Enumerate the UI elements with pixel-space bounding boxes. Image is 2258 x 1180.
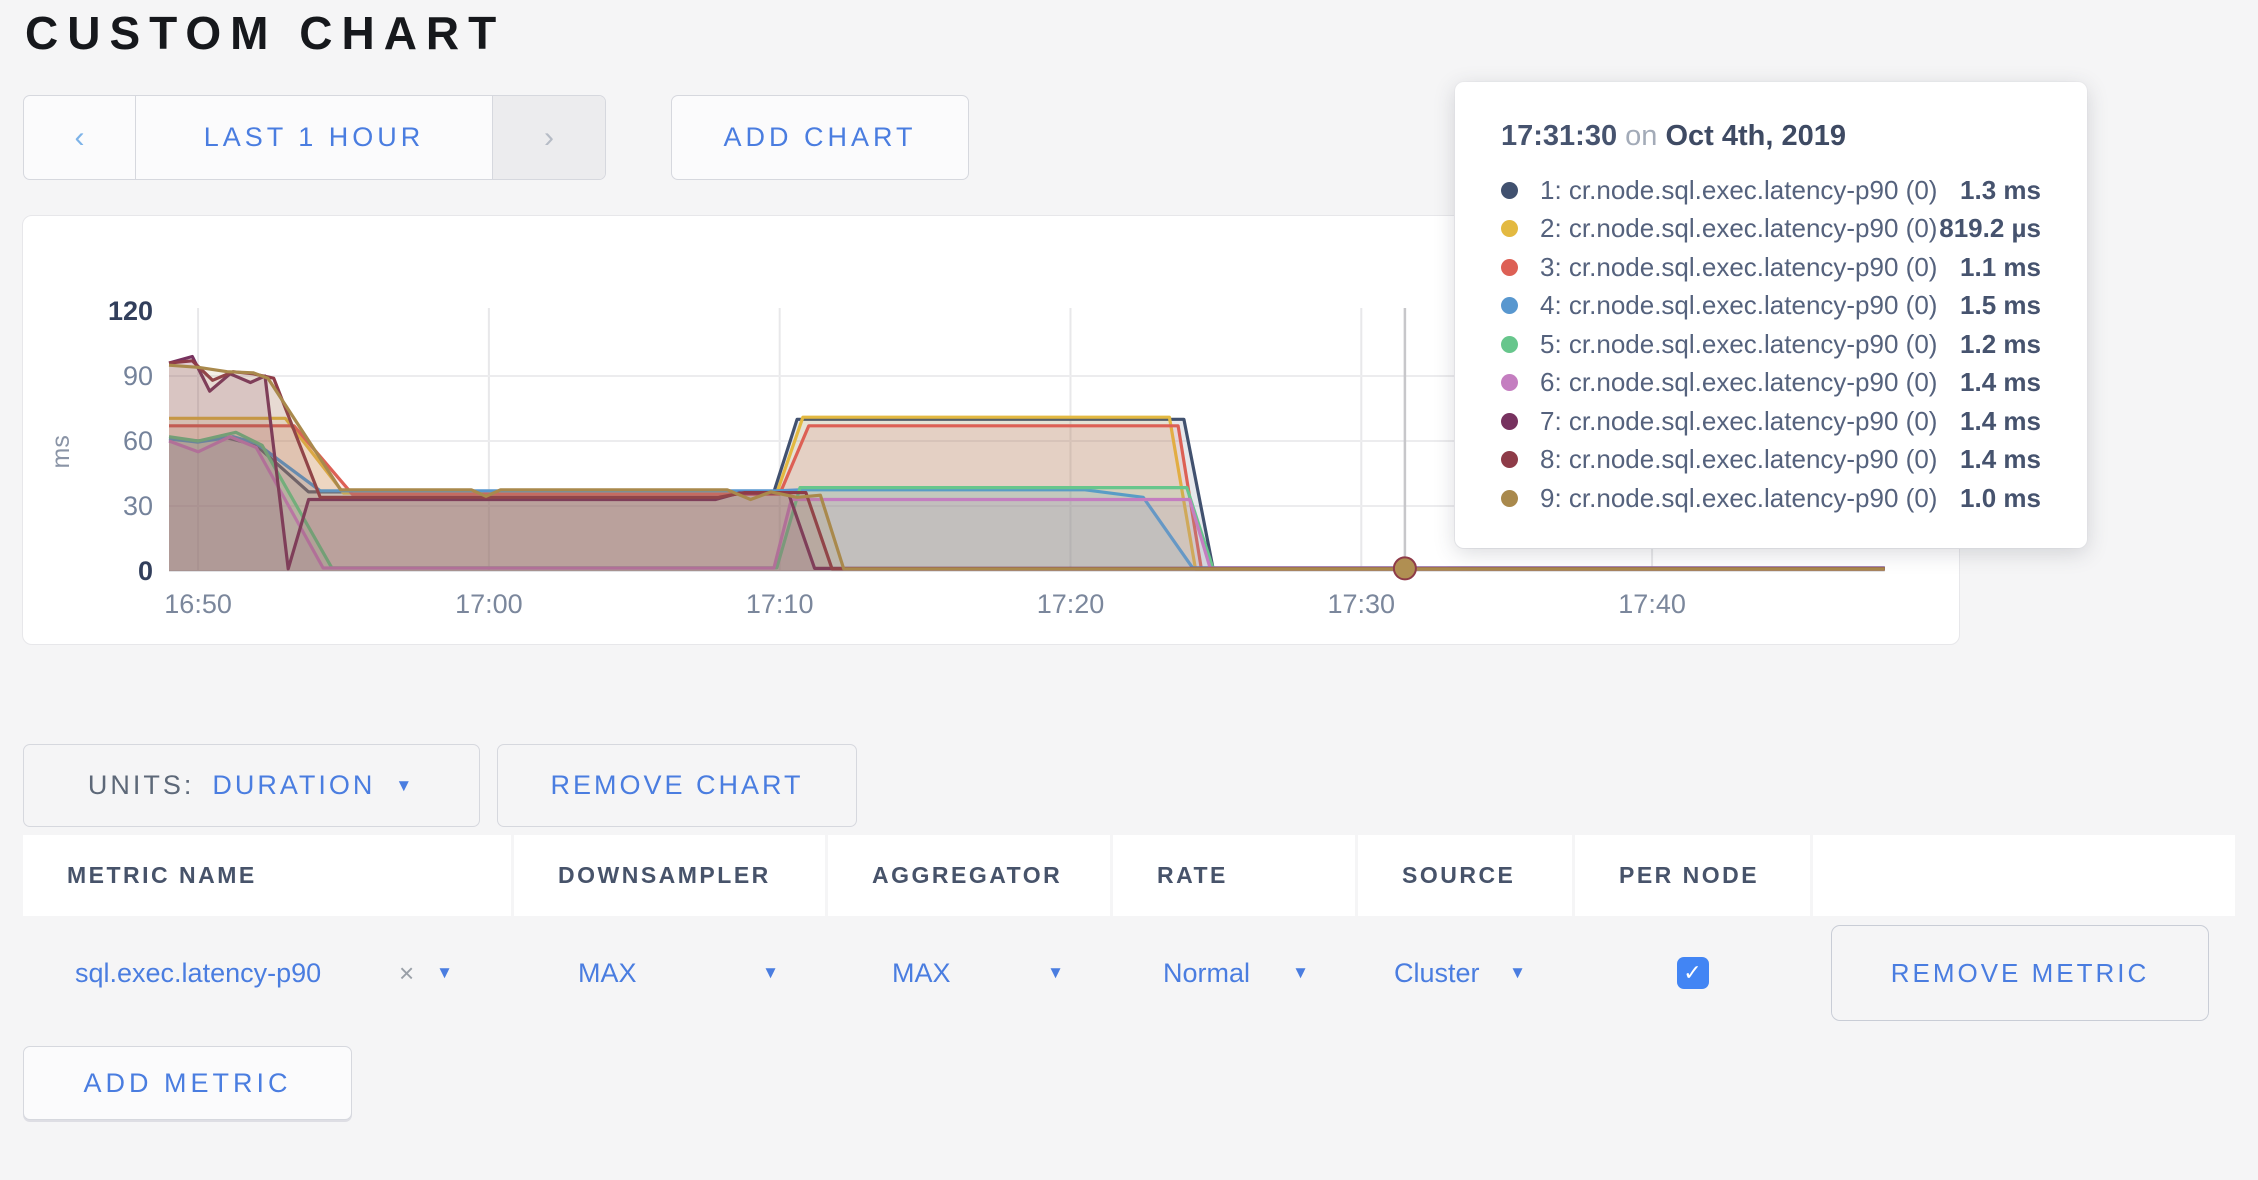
series-color-dot-icon	[1501, 451, 1518, 468]
remove-chart-button[interactable]: REMOVE CHART	[497, 744, 857, 827]
time-range-prev-button[interactable]: ‹	[24, 96, 136, 179]
series-value: 819.2 µs	[1939, 213, 2041, 244]
tooltip-series-row: 9: cr.node.sql.exec.latency-p90 (0)1.0 m…	[1501, 479, 2041, 518]
series-color-dot-icon	[1501, 374, 1518, 391]
chevron-down-icon: ▼	[1047, 963, 1064, 983]
column-header-actions	[1813, 835, 2235, 916]
downsampler-value: MAX	[514, 958, 637, 989]
series-color-dot-icon	[1501, 220, 1518, 237]
x-axis-tick-label: 16:50	[164, 589, 232, 619]
x-axis-tick-label: 17:40	[1618, 589, 1686, 619]
downsampler-dropdown[interactable]: MAX ▼	[514, 916, 825, 1030]
units-label: UNITS:	[88, 770, 195, 801]
metrics-table-row: sql.exec.latency-p90 × ▼ MAX ▼ MAX ▼ Nor…	[23, 916, 2235, 1030]
series-color-dot-icon	[1501, 297, 1518, 314]
series-value: 1.1 ms	[1960, 252, 2041, 283]
rate-value: Normal	[1113, 958, 1250, 989]
tooltip-series-list: 1: cr.node.sql.exec.latency-p90 (0)1.3 m…	[1501, 171, 2041, 518]
x-axis-tick-label: 17:00	[455, 589, 523, 619]
y-axis-unit-label: ms	[47, 435, 75, 468]
tooltip-timestamp: 17:31:30 on Oct 4th, 2019	[1501, 120, 2041, 153]
series-label: 4: cr.node.sql.exec.latency-p90 (0)	[1540, 290, 1960, 321]
y-axis-tick-label: 90	[123, 361, 153, 391]
tooltip-series-row: 8: cr.node.sql.exec.latency-p90 (0)1.4 m…	[1501, 441, 2041, 480]
row-action-cell: REMOVE METRIC	[1813, 916, 2235, 1030]
chevron-left-icon: ‹	[75, 123, 85, 153]
series-color-dot-icon	[1501, 490, 1518, 507]
series-value: 1.4 ms	[1960, 406, 2041, 437]
add-chart-button[interactable]: ADD CHART	[671, 95, 969, 180]
tooltip-series-row: 6: cr.node.sql.exec.latency-p90 (0)1.4 m…	[1501, 364, 2041, 403]
series-label: 6: cr.node.sql.exec.latency-p90 (0)	[1540, 367, 1960, 398]
y-axis-tick-label: 120	[108, 296, 153, 326]
units-dropdown[interactable]: UNITS: DURATION ▼	[23, 744, 480, 827]
tooltip-series-row: 4: cr.node.sql.exec.latency-p90 (0)1.5 m…	[1501, 287, 2041, 326]
series-value: 1.3 ms	[1960, 175, 2041, 206]
tooltip-series-row: 5: cr.node.sql.exec.latency-p90 (0)1.2 m…	[1501, 325, 2041, 364]
chevron-down-icon: ▼	[395, 776, 415, 796]
series-label: 5: cr.node.sql.exec.latency-p90 (0)	[1540, 329, 1960, 360]
series-label: 2: cr.node.sql.exec.latency-p90 (0)	[1540, 213, 1939, 244]
metrics-table: METRIC NAMEDOWNSAMPLERAGGREGATORRATESOUR…	[23, 835, 2235, 1030]
tooltip-series-row: 7: cr.node.sql.exec.latency-p90 (0)1.4 m…	[1501, 402, 2041, 441]
page-title: CUSTOM CHART	[25, 6, 505, 60]
series-value: 1.2 ms	[1960, 329, 2041, 360]
series-color-dot-icon	[1501, 259, 1518, 276]
column-header-rate: RATE	[1113, 835, 1355, 916]
per-node-cell: ✓	[1575, 916, 1810, 1030]
source-value: Cluster	[1358, 958, 1480, 989]
series-label: 1: cr.node.sql.exec.latency-p90 (0)	[1540, 175, 1960, 206]
tooltip-on-word: on	[1625, 120, 1657, 152]
column-header-aggregator: AGGREGATOR	[828, 835, 1110, 916]
series-color-dot-icon	[1501, 182, 1518, 199]
time-range-label[interactable]: LAST 1 HOUR	[136, 96, 492, 179]
clear-metric-icon[interactable]: ×	[399, 958, 414, 989]
series-label: 7: cr.node.sql.exec.latency-p90 (0)	[1540, 406, 1960, 437]
column-header-metric-name: METRIC NAME	[23, 835, 511, 916]
chevron-down-icon: ▼	[1509, 963, 1526, 983]
series-value: 1.0 ms	[1960, 483, 2041, 514]
metric-name-link[interactable]: sql.exec.latency-p90	[75, 958, 321, 989]
x-axis-tick-label: 17:20	[1037, 589, 1105, 619]
series-value: 1.5 ms	[1960, 290, 2041, 321]
time-range-next-button[interactable]: ›	[492, 96, 605, 179]
tooltip-series-row: 1: cr.node.sql.exec.latency-p90 (0)1.3 m…	[1501, 171, 2041, 210]
series-value: 1.4 ms	[1960, 367, 2041, 398]
tooltip-time: 17:31:30	[1501, 120, 1617, 152]
chevron-down-icon[interactable]: ▼	[436, 963, 453, 983]
rate-dropdown[interactable]: Normal ▼	[1113, 916, 1355, 1030]
aggregator-value: MAX	[828, 958, 951, 989]
metric-name-cell: sql.exec.latency-p90 × ▼	[23, 916, 511, 1030]
remove-metric-button[interactable]: REMOVE METRIC	[1831, 925, 2209, 1021]
tooltip-series-row: 2: cr.node.sql.exec.latency-p90 (0)819.2…	[1501, 210, 2041, 249]
series-color-dot-icon	[1501, 413, 1518, 430]
series-label: 8: cr.node.sql.exec.latency-p90 (0)	[1540, 444, 1960, 475]
column-header-downsampler: DOWNSAMPLER	[514, 835, 825, 916]
series-label: 3: cr.node.sql.exec.latency-p90 (0)	[1540, 252, 1960, 283]
chevron-down-icon: ▼	[1292, 963, 1309, 983]
tooltip-series-row: 3: cr.node.sql.exec.latency-p90 (0)1.1 m…	[1501, 248, 2041, 287]
chevron-right-icon: ›	[544, 123, 554, 153]
add-metric-button[interactable]: ADD METRIC	[23, 1046, 352, 1120]
chevron-down-icon: ▼	[762, 963, 779, 983]
chart-hover-tooltip: 17:31:30 on Oct 4th, 2019 1: cr.node.sql…	[1455, 82, 2087, 548]
hover-point-dot	[1394, 557, 1416, 579]
source-dropdown[interactable]: Cluster ▼	[1358, 916, 1572, 1030]
tooltip-date: Oct 4th, 2019	[1665, 120, 1846, 152]
series-value: 1.4 ms	[1960, 444, 2041, 475]
column-header-per-node: PER NODE	[1575, 835, 1810, 916]
x-axis-tick-label: 17:30	[1327, 589, 1395, 619]
column-header-source: SOURCE	[1358, 835, 1572, 916]
y-axis-tick-label: 30	[123, 491, 153, 521]
series-label: 9: cr.node.sql.exec.latency-p90 (0)	[1540, 483, 1960, 514]
units-value: DURATION	[212, 770, 375, 801]
metrics-table-header-row: METRIC NAMEDOWNSAMPLERAGGREGATORRATESOUR…	[23, 835, 2235, 916]
y-axis-tick-label: 0	[138, 556, 153, 586]
aggregator-dropdown[interactable]: MAX ▼	[828, 916, 1110, 1030]
series-color-dot-icon	[1501, 336, 1518, 353]
time-range-selector: ‹ LAST 1 HOUR ›	[23, 95, 606, 180]
y-axis-tick-label: 60	[123, 426, 153, 456]
x-axis-tick-label: 17:10	[746, 589, 814, 619]
per-node-checkbox[interactable]: ✓	[1677, 957, 1709, 989]
